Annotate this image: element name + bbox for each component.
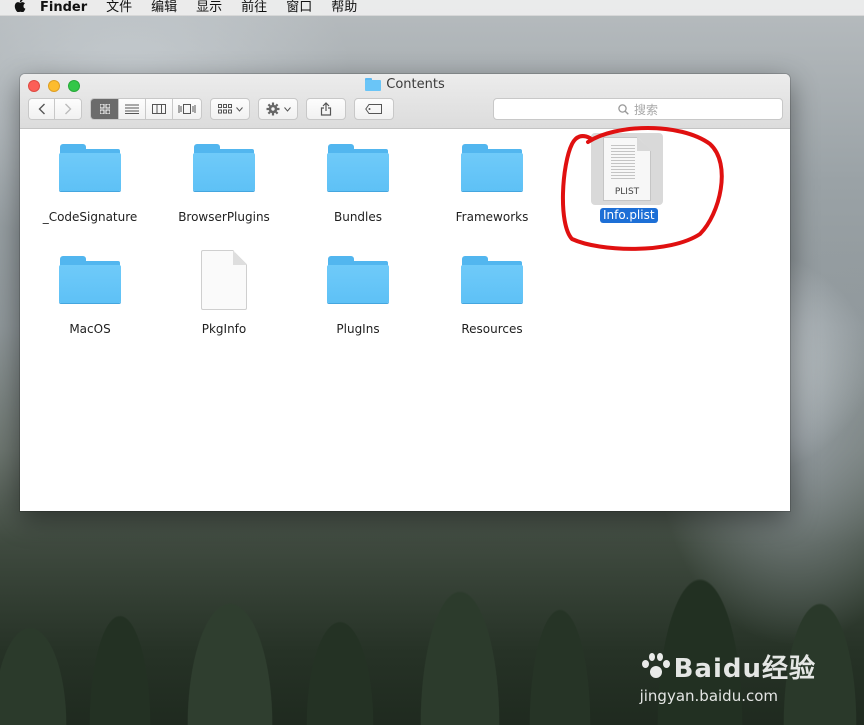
folder-icon — [327, 144, 389, 194]
tags-button[interactable] — [354, 98, 394, 120]
folder-icon — [327, 256, 389, 306]
item-label: Frameworks — [455, 210, 529, 224]
baidu-watermark: Baidu经验 jingyan.baidu.com — [640, 648, 816, 705]
watermark-url: jingyan.baidu.com — [639, 687, 779, 705]
back-button[interactable] — [29, 99, 56, 119]
item-label: MacOS — [69, 322, 111, 336]
folder-icon — [365, 78, 382, 91]
selected-file-label[interactable]: Info.plist — [600, 208, 658, 223]
item-label: PlugIns — [336, 322, 380, 336]
arrange-grid-icon — [217, 104, 232, 114]
folder-item-macos[interactable]: MacOS — [25, 256, 155, 336]
toolbar: 搜索 — [28, 98, 783, 120]
apple-menu-icon[interactable] — [0, 0, 40, 16]
folder-item-bundles[interactable]: Bundles — [293, 144, 423, 224]
folder-icon — [461, 256, 523, 306]
chevron-left-icon — [38, 103, 45, 115]
folder-icon — [59, 144, 121, 194]
view-mode-control — [90, 98, 202, 120]
cover-flow-button[interactable] — [172, 99, 201, 119]
column-view-button[interactable] — [146, 99, 173, 119]
menu-finder[interactable]: Finder — [40, 0, 87, 16]
share-icon — [320, 102, 332, 116]
item-label: Bundles — [333, 210, 383, 224]
list-view-button[interactable] — [119, 99, 146, 119]
menu-file[interactable]: 文件 — [106, 0, 132, 16]
chevron-right-icon — [65, 103, 72, 115]
folder-icon — [59, 256, 121, 306]
window-title: Contents — [20, 77, 790, 92]
menu-bar: Finder 文件 编辑 显示 前往 窗口 帮助 — [0, 0, 864, 16]
search-placeholder: 搜索 — [633, 102, 658, 117]
finder-window: Contents 搜索 _CodeSignature BrowserPlugin… — [20, 74, 790, 511]
folder-icon — [193, 144, 255, 194]
menu-edit[interactable]: 编辑 — [151, 0, 177, 16]
gear-icon — [266, 102, 279, 116]
share-button[interactable] — [306, 98, 346, 120]
icon-view-button[interactable] — [91, 99, 120, 119]
grid-icon — [99, 104, 110, 114]
file-item-pkginfo[interactable]: PkgInfo — [159, 250, 289, 336]
arrange-button[interactable] — [210, 98, 250, 120]
cover-flow-icon — [178, 104, 196, 114]
item-label: PkgInfo — [201, 322, 247, 336]
menu-go[interactable]: 前往 — [241, 0, 267, 16]
plist-file-icon[interactable]: PLIST — [603, 137, 651, 201]
window-title-text: Contents — [386, 77, 445, 92]
item-label: _CodeSignature — [42, 210, 138, 224]
baidu-paw-logo-icon — [640, 652, 670, 682]
window-titlebar: Contents 搜索 — [20, 74, 790, 129]
watermark-brand: Baidu经验 — [673, 654, 816, 684]
folder-item-frameworks[interactable]: Frameworks — [427, 144, 557, 224]
tag-icon — [365, 104, 382, 114]
folder-item-browserplugins[interactable]: BrowserPlugins — [159, 144, 289, 224]
menu-help[interactable]: 帮助 — [331, 0, 357, 16]
item-label: Resources — [461, 322, 523, 336]
file-grid: _CodeSignature BrowserPlugins Bundles Fr… — [20, 130, 790, 511]
folder-item-resources[interactable]: Resources — [427, 256, 557, 336]
menu-view[interactable]: 显示 — [196, 0, 222, 16]
folder-item-codesignature[interactable]: _CodeSignature — [25, 144, 155, 224]
list-icon — [125, 104, 140, 114]
search-field[interactable]: 搜索 — [493, 98, 783, 120]
file-extension-label: PLIST — [614, 187, 640, 197]
menu-window[interactable]: 窗口 — [286, 0, 312, 16]
document-icon — [201, 250, 247, 310]
item-label: BrowserPlugins — [178, 210, 270, 224]
folder-icon — [461, 144, 523, 194]
forward-button[interactable] — [55, 99, 81, 119]
chevron-down-icon — [283, 106, 291, 112]
search-icon — [618, 103, 629, 115]
back-forward-control — [28, 98, 82, 120]
action-button[interactable] — [258, 98, 298, 120]
chevron-down-icon — [235, 106, 243, 112]
folder-item-plugins[interactable]: PlugIns — [293, 256, 423, 336]
columns-icon — [151, 104, 166, 114]
